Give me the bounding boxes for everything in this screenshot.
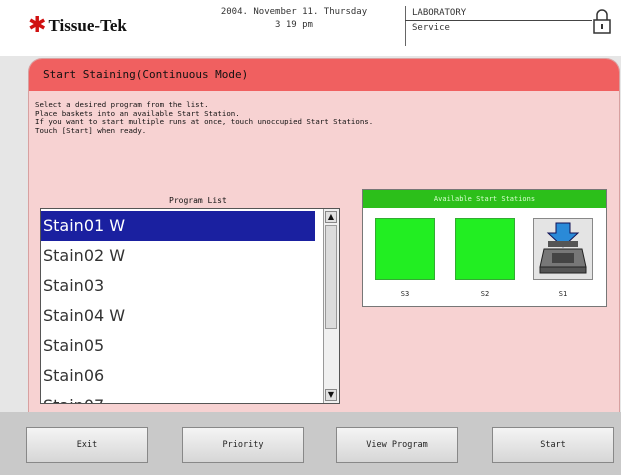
program-list-scrollbar[interactable]: ▲ ▼ — [323, 209, 339, 403]
page-title: Start Staining(Continuous Mode) — [43, 68, 249, 81]
station-label: S3 — [400, 290, 410, 298]
station-s1[interactable] — [533, 218, 593, 280]
brand-logo: ✱ Tissue-Tek — [28, 14, 127, 38]
program-list[interactable]: Stain01 W Stain02 W Stain03 Stain04 W St… — [40, 208, 340, 404]
divider — [405, 6, 406, 46]
view-program-button[interactable]: View Program — [336, 427, 458, 463]
exit-button[interactable]: Exit — [26, 427, 148, 463]
start-stations-panel: Available Start Stations S3 S2 S1 — [362, 189, 607, 307]
brand-name: Tissue-Tek — [48, 16, 127, 35]
basket-icon — [539, 222, 587, 274]
main-panel: Start Staining(Continuous Mode) Select a… — [28, 58, 620, 412]
scroll-up-icon[interactable]: ▲ — [325, 211, 337, 223]
scroll-down-icon[interactable]: ▼ — [325, 389, 337, 401]
date-text: 2004. November 11. Thursday — [220, 7, 368, 17]
location-text: LABORATORY — [412, 8, 467, 18]
time-text: 3 19 pm — [275, 20, 313, 30]
program-item[interactable]: Stain07 — [41, 391, 315, 403]
header-bar: ✱ Tissue-Tek 2004. November 11. Thursday… — [0, 0, 621, 56]
program-item[interactable]: Stain02 W — [41, 241, 315, 271]
bottom-toolbar: Exit Priority View Program Start — [0, 412, 621, 475]
station-s3[interactable] — [375, 218, 435, 280]
instruction-line: Touch [Start] when ready. — [35, 125, 147, 135]
program-item[interactable]: Stain06 — [41, 361, 315, 391]
priority-button[interactable]: Priority — [182, 427, 304, 463]
program-item[interactable]: Stain01 W — [41, 211, 315, 241]
user-info: LABORATORY Service — [412, 6, 466, 36]
program-list-label: Program List — [169, 196, 227, 205]
instructions: Select a desired program from the list. P… — [35, 100, 373, 135]
star-icon: ✱ — [28, 13, 47, 38]
program-item[interactable]: Stain04 W — [41, 301, 315, 331]
start-button[interactable]: Start — [492, 427, 614, 463]
date-time: 2004. November 11. Thursday 3 19 pm — [196, 6, 392, 32]
lock-icon[interactable] — [593, 8, 613, 36]
start-stations-header: Available Start Stations — [363, 190, 606, 208]
user-text: Service — [412, 23, 450, 33]
station-s2[interactable] — [455, 218, 515, 280]
station-label: S1 — [558, 290, 568, 298]
program-item[interactable]: Stain05 — [41, 331, 315, 361]
panel-title-bar: Start Staining(Continuous Mode) — [29, 59, 619, 91]
scroll-thumb[interactable] — [325, 225, 337, 329]
program-item[interactable]: Stain03 — [41, 271, 315, 301]
station-label: S2 — [480, 290, 490, 298]
